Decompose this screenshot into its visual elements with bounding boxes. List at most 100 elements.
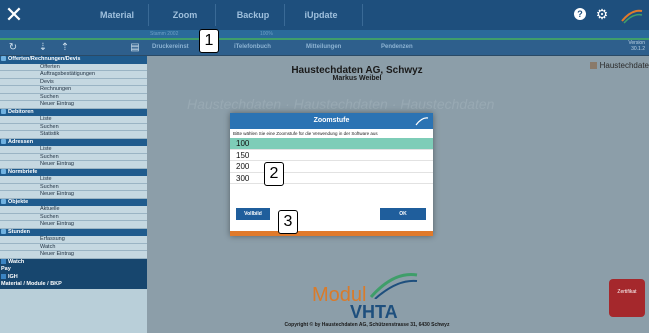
toolbar: ↻ ⇣ ⇡ ▤ Druckereinst iTelefonbuch Mittei… <box>0 40 649 55</box>
sidebar-section-header[interactable]: Adressen <box>0 138 147 146</box>
logo-icon <box>589 62 597 70</box>
certificate-seal: Zertifikat <box>609 279 645 317</box>
sort-up-icon[interactable]: ⇡ <box>58 40 72 55</box>
app-window: ✕ Material Zoom Backup iUpdate ? ⚙ Stamm… <box>0 0 649 333</box>
sidebar-bottom-item[interactable]: IGH <box>0 273 147 281</box>
sidebar-item[interactable]: Liste <box>0 116 147 124</box>
section-toggle-icon[interactable] <box>1 138 6 144</box>
divider <box>362 4 363 26</box>
version-number: 30.1.2 <box>631 46 645 52</box>
section-toggle-icon[interactable] <box>1 198 6 204</box>
divider <box>215 4 216 26</box>
zoom-option-200[interactable]: 200 <box>230 161 433 173</box>
sidebar-item[interactable]: Offerten <box>0 63 147 71</box>
tab-zoom[interactable]: Zoom <box>160 0 210 30</box>
sidebar-section-header[interactable]: Objekte <box>0 198 147 206</box>
help-icon[interactable]: ? <box>574 8 586 20</box>
divider <box>148 4 149 26</box>
zoom-option-100[interactable]: 100 <box>230 138 433 150</box>
divider <box>284 4 285 26</box>
sidebar-section-title: Objekte <box>8 198 29 205</box>
gear-icon[interactable]: ⚙ <box>595 5 609 23</box>
sidebar-bottom-item[interactable]: Pay <box>0 266 147 274</box>
sidebar-item[interactable]: Statistik <box>0 131 147 139</box>
sidebar-item[interactable]: Rechnungen <box>0 86 147 94</box>
version-info: Version 30.1.2 <box>628 40 645 52</box>
tab-backup[interactable]: Backup <box>228 0 278 30</box>
sidebar-bottom-label: Watch <box>8 258 25 265</box>
sidebar: Offerten/Rechnungen/Devis Offerten Auftrag… <box>0 56 147 333</box>
right-logo-text: Haustechdate <box>599 61 649 70</box>
toolbar-pendenzen[interactable]: Pendenzen <box>381 40 413 55</box>
sidebar-item[interactable]: Aktuelle <box>0 206 147 214</box>
grid-view-icon[interactable]: ▤ <box>128 40 142 55</box>
tab-material[interactable]: Material <box>92 0 142 30</box>
sidebar-section-title: Debitoren <box>8 108 34 115</box>
sidebar-item[interactable]: Liste <box>0 146 147 154</box>
close-icon[interactable]: ✕ <box>0 0 28 30</box>
dialog-description: Bitte wählen Sie eine Zoomstufe für die … <box>233 131 378 136</box>
annotation-marker-3: 3 <box>278 210 298 234</box>
sidebar-item[interactable]: Auftragsbestätigungen <box>0 71 147 79</box>
section-toggle-icon[interactable] <box>1 228 6 234</box>
sidebar-item[interactable]: Neuer Eintrag <box>0 221 147 229</box>
sidebar-item[interactable]: Suchen <box>0 123 147 131</box>
expand-arrow-icon[interactable] <box>1 273 6 279</box>
sidebar-item[interactable]: Suchen <box>0 153 147 161</box>
fullscreen-button[interactable]: Vollbild <box>236 208 270 220</box>
tab-iupdate[interactable]: iUpdate <box>296 0 346 30</box>
sidebar-bottom-label: Material / Module / BKP <box>1 281 62 287</box>
mandant-label: Stamm 2002 <box>150 31 179 37</box>
sidebar-section-title: Stunden <box>8 228 30 235</box>
zoom-value: 100% <box>260 31 273 37</box>
sidebar-item[interactable]: Neuer Eintrag <box>0 101 147 109</box>
sidebar-item[interactable]: Watch <box>0 243 147 251</box>
sidebar-item[interactable]: Erfassung <box>0 236 147 244</box>
expand-arrow-icon[interactable] <box>1 258 6 264</box>
zoom-option-300[interactable]: 300 <box>230 173 433 184</box>
section-toggle-icon[interactable] <box>1 108 6 114</box>
sidebar-item[interactable]: Suchen <box>0 93 147 101</box>
annotation-marker-1: 1 <box>199 29 219 53</box>
status-subbar: Stamm 2002 100% <box>0 30 649 38</box>
sidebar-section-title: Normbriefe <box>8 168 38 175</box>
section-toggle-icon[interactable] <box>1 56 6 62</box>
sidebar-item[interactable]: Liste <box>0 176 147 184</box>
sidebar-item[interactable]: Devis <box>0 78 147 86</box>
toolbar-druckereinst[interactable]: Druckereinst <box>152 40 189 55</box>
sidebar-section-header[interactable]: Debitoren <box>0 108 147 116</box>
brand-swoosh-icon <box>620 5 644 25</box>
sort-down-icon[interactable]: ⇣ <box>36 40 50 55</box>
annotation-marker-2: 2 <box>264 162 284 186</box>
sidebar-section-header[interactable]: Stunden <box>0 228 147 236</box>
sidebar-item[interactable]: Suchen <box>0 213 147 221</box>
toolbar-mitteilungen[interactable]: Mitteilungen <box>306 40 341 55</box>
zoom-option-150[interactable]: 150 <box>230 150 433 161</box>
refresh-icon[interactable]: ↻ <box>6 40 20 55</box>
sidebar-section-header[interactable]: Offerten/Rechnungen/Devis <box>0 56 147 64</box>
sidebar-item[interactable]: Suchen <box>0 183 147 191</box>
background-watermark: Haustechdaten · Haustechdaten · Haustech… <box>187 96 495 112</box>
sidebar-bottom-label: Pay <box>1 266 11 272</box>
section-toggle-icon[interactable] <box>1 168 6 174</box>
seal-label: Zertifikat <box>617 289 637 295</box>
sidebar-section-header[interactable]: Normbriefe <box>0 168 147 176</box>
dialog-button-row: Vollbild OK <box>230 208 433 226</box>
sidebar-item[interactable]: Neuer Eintrag <box>0 161 147 169</box>
toolbar-itelefonbuch[interactable]: iTelefonbuch <box>234 40 271 55</box>
sidebar-bottom-item[interactable]: Watch <box>0 258 147 266</box>
sidebar-item[interactable]: Neuer Eintrag <box>0 191 147 199</box>
sidebar-section-title: Adressen <box>8 138 34 145</box>
vhta-swoosh-icon <box>369 269 419 300</box>
sidebar-sections: Offerten/Rechnungen/Devis Offerten Auftrag… <box>0 56 147 289</box>
sidebar-section-title: Offerten/Rechnungen/Devis <box>8 56 81 62</box>
ok-button[interactable]: OK <box>380 208 426 220</box>
sidebar-item[interactable]: Neuer Eintrag <box>0 251 147 259</box>
dialog-title: Zoomstufe <box>230 113 433 129</box>
sidebar-bottom-label: IGH <box>8 273 18 280</box>
user-name: Markus Weibel <box>332 75 382 82</box>
dialog-swoosh-icon <box>415 114 429 126</box>
sidebar-bottom-item[interactable]: Material / Module / BKP <box>0 281 147 289</box>
right-logo: Haustechdate <box>589 61 649 70</box>
copyright-text: Copyright © by Haustechdaten AG, Schütze… <box>284 322 450 328</box>
